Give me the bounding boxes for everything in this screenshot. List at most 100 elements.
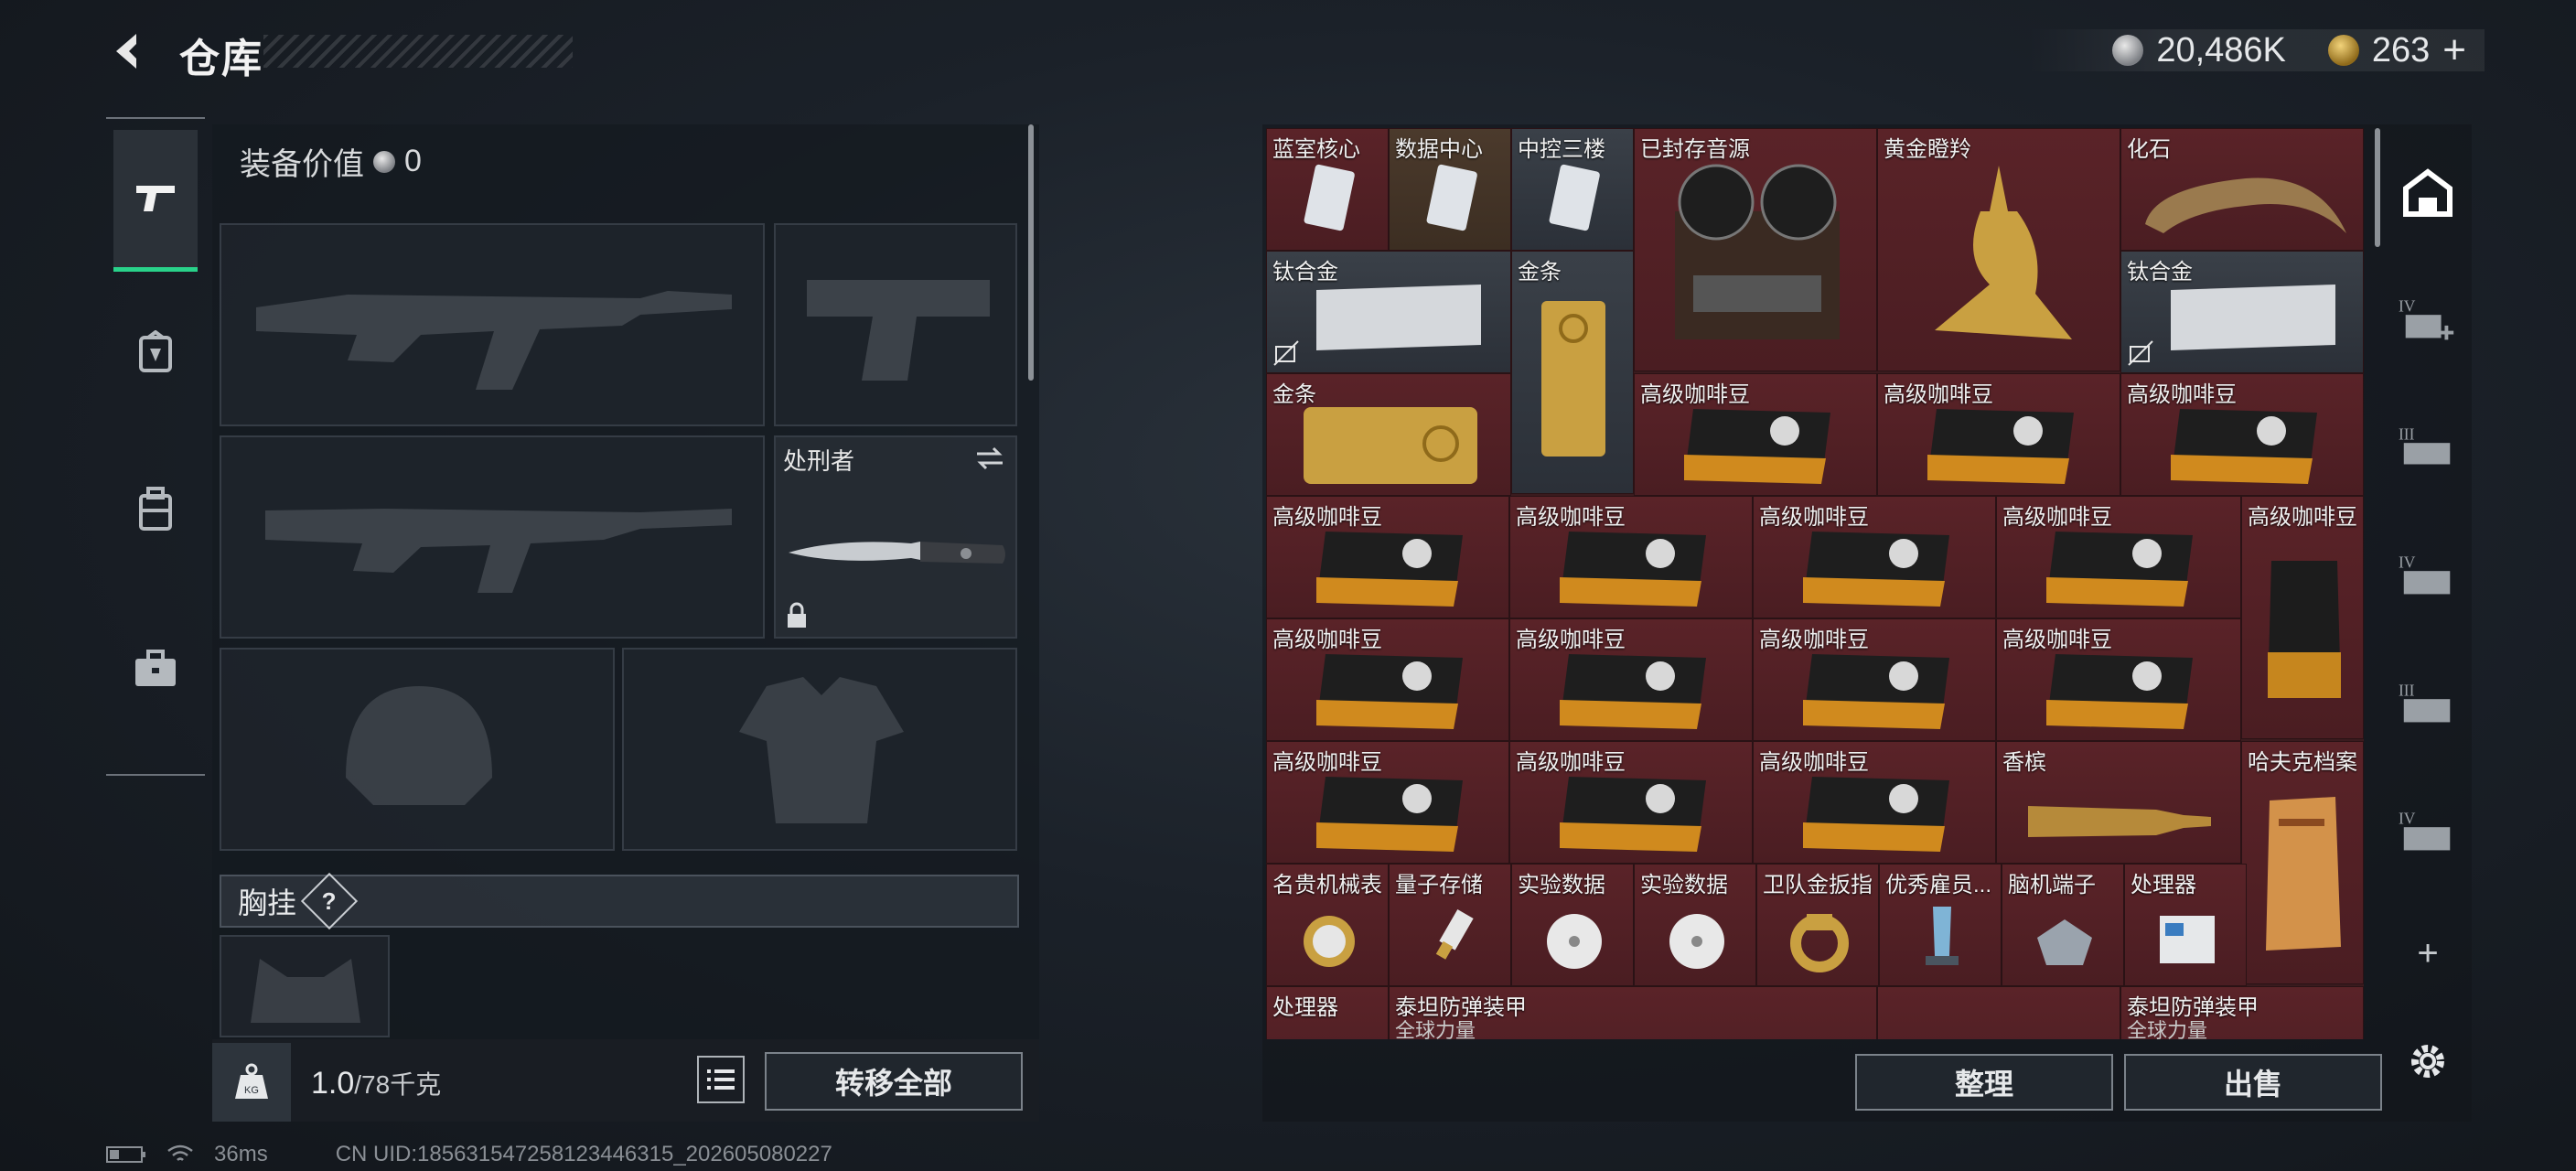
item-cell[interactable]: 高级咖啡豆 [1266, 741, 1509, 864]
equipment-category-nav [106, 117, 205, 776]
item-cell[interactable]: 高级咖啡豆 [1753, 618, 1996, 741]
melee-weapon-slot[interactable]: 处刑者 [774, 435, 1017, 639]
storage-case-icon: IV [2399, 809, 2451, 851]
item-cell[interactable]: 脑机端子 [2002, 864, 2124, 986]
armor-silhouette-icon [739, 677, 904, 823]
coffee-bag-icon [1560, 777, 1706, 852]
coffee-bag-icon [2046, 532, 2193, 607]
title-decoration [263, 35, 573, 68]
item-cell[interactable]: 量子存储 [1389, 864, 1511, 986]
item-cell[interactable]: 名贵机械表 [1266, 864, 1389, 986]
storage-tab-main[interactable] [2397, 156, 2459, 229]
item-cell[interactable]: 高级咖啡豆 [2241, 496, 2364, 739]
chest-rig-slot[interactable] [220, 935, 390, 1037]
gear-icon [2411, 1045, 2444, 1078]
helmet-slot[interactable] [220, 648, 615, 851]
silver-amount: 20,486K [2156, 30, 2286, 70]
document-folder-icon [2266, 797, 2341, 951]
coffee-bag-icon [1803, 532, 1949, 607]
item-cell[interactable]: 实验数据 [1511, 864, 1634, 986]
storage-scrollbar[interactable] [2375, 128, 2380, 247]
item-cell[interactable]: 高级咖啡豆 [1877, 373, 2120, 496]
disc-icon [1547, 914, 1602, 969]
item-cell[interactable]: 处理器 [1266, 986, 1389, 1039]
brain-chip-icon [2037, 919, 2092, 965]
item-cell[interactable]: 黄金瞪羚 [1877, 128, 2120, 371]
chest-rig-silhouette-icon [251, 959, 360, 1023]
primary-weapon-slot[interactable] [220, 223, 765, 426]
equipment-scrollbar[interactable] [1028, 124, 1034, 381]
body-armor-slot[interactable] [622, 648, 1017, 851]
sort-button[interactable]: 整理 [1855, 1054, 2113, 1111]
item-cell[interactable]: 高级咖啡豆 [1996, 618, 2241, 741]
coffee-bag-icon [2171, 409, 2317, 484]
item-cell[interactable]: 高级咖啡豆 [1509, 741, 1753, 864]
item-cell[interactable]: 高级咖啡豆 [1266, 496, 1509, 618]
item-cell[interactable]: 哈夫克档案 [2241, 741, 2364, 984]
item-cell[interactable]: 钛合金 [2120, 251, 2364, 373]
disc-icon [1669, 914, 1724, 969]
settings-button[interactable] [2399, 1032, 2457, 1090]
item-cell[interactable]: 中控三楼 [1511, 128, 1634, 251]
nav-backpack[interactable] [113, 441, 198, 578]
item-cell[interactable]: 优秀雇员... [1879, 864, 2002, 986]
item-cell[interactable]: 高级咖啡豆 [1509, 618, 1753, 741]
svg-text:KG: KG [244, 1085, 259, 1096]
add-storage-tab-button[interactable]: + [2397, 917, 2459, 990]
storage-tab-iii[interactable]: III [2397, 412, 2459, 485]
svg-text:III: III [2399, 424, 2415, 443]
item-cell[interactable]: 处理器 [2124, 864, 2247, 986]
nav-toolbox[interactable] [113, 600, 198, 737]
item-cell[interactable]: 金条 [1511, 251, 1634, 494]
chest-rig-label: 胸挂 [238, 886, 297, 919]
item-cell[interactable]: 蓝室核心 [1266, 128, 1389, 251]
nav-weapon[interactable] [113, 130, 198, 272]
weight-button[interactable]: KG [212, 1043, 291, 1122]
rifle-silhouette-icon [256, 291, 732, 390]
list-view-button[interactable] [697, 1056, 745, 1103]
keycard-icon [1304, 164, 1355, 231]
back-button[interactable] [102, 24, 157, 79]
storage-tab-iv-c[interactable]: IV [2397, 796, 2459, 869]
item-cell[interactable]: 高级咖啡豆 [1266, 618, 1509, 741]
swap-icon[interactable] [973, 445, 1006, 472]
item-cell[interactable]: 高级咖啡豆 [1753, 496, 1996, 618]
item-cell[interactable]: 金条 [1266, 373, 1511, 496]
svg-text:IV: IV [2399, 809, 2416, 827]
item-cell[interactable]: 数据中心 [1389, 128, 1511, 251]
item-cell[interactable]: 实验数据 [1634, 864, 1756, 986]
item-cell[interactable]: 高级咖啡豆 [1634, 373, 1877, 496]
item-cell[interactable] [1877, 986, 2120, 1039]
item-cell[interactable]: 泰坦防弹装甲 全球力量 [1389, 986, 1877, 1039]
item-cell[interactable]: 高级咖啡豆 [1753, 741, 1996, 864]
trophy-icon [1926, 907, 1959, 965]
storage-tab-iv-b[interactable]: IV [2397, 540, 2459, 613]
item-cell[interactable]: 高级咖啡豆 [1509, 496, 1753, 618]
help-icon[interactable]: ? [300, 872, 359, 930]
pistol-slot[interactable] [774, 223, 1017, 426]
storage-tab-iv-add[interactable]: IV [2397, 284, 2459, 357]
gold-bar-icon [1541, 301, 1605, 457]
coffee-bag-icon [1803, 777, 1949, 852]
coffee-bag-icon [1560, 654, 1706, 729]
item-cell[interactable]: 化石 [2120, 128, 2364, 251]
sell-button[interactable]: 出售 [2124, 1054, 2382, 1111]
item-cell[interactable]: 高级咖啡豆 [2120, 373, 2364, 496]
item-cell[interactable]: 已封存音源 [1634, 128, 1877, 371]
item-cell[interactable]: 钛合金 [1266, 251, 1511, 373]
storage-tab-iii-b[interactable]: III [2397, 668, 2459, 741]
coffee-bag-icon [2046, 654, 2193, 729]
add-currency-button[interactable]: + [2442, 27, 2466, 73]
transfer-all-button[interactable]: 转移全部 [765, 1052, 1023, 1111]
nav-armor[interactable] [113, 284, 198, 421]
status-bar: 36ms CN UID:185631547258123446315_202605… [106, 1142, 832, 1167]
rifle-silhouette-icon [265, 509, 732, 593]
item-cell[interactable]: 香槟 [1996, 741, 2241, 864]
weight-readout: 1.0/78千克 [311, 1065, 441, 1101]
item-cell[interactable]: 泰坦防弹装甲 全球力量 [2120, 986, 2364, 1039]
armor-icon [139, 330, 172, 372]
secondary-weapon-slot[interactable] [220, 435, 765, 639]
item-cell[interactable]: 高级咖啡豆 [1996, 496, 2241, 618]
add-storage-icon: IV [2399, 296, 2454, 340]
item-cell[interactable]: 卫队金扳指 [1756, 864, 1879, 986]
